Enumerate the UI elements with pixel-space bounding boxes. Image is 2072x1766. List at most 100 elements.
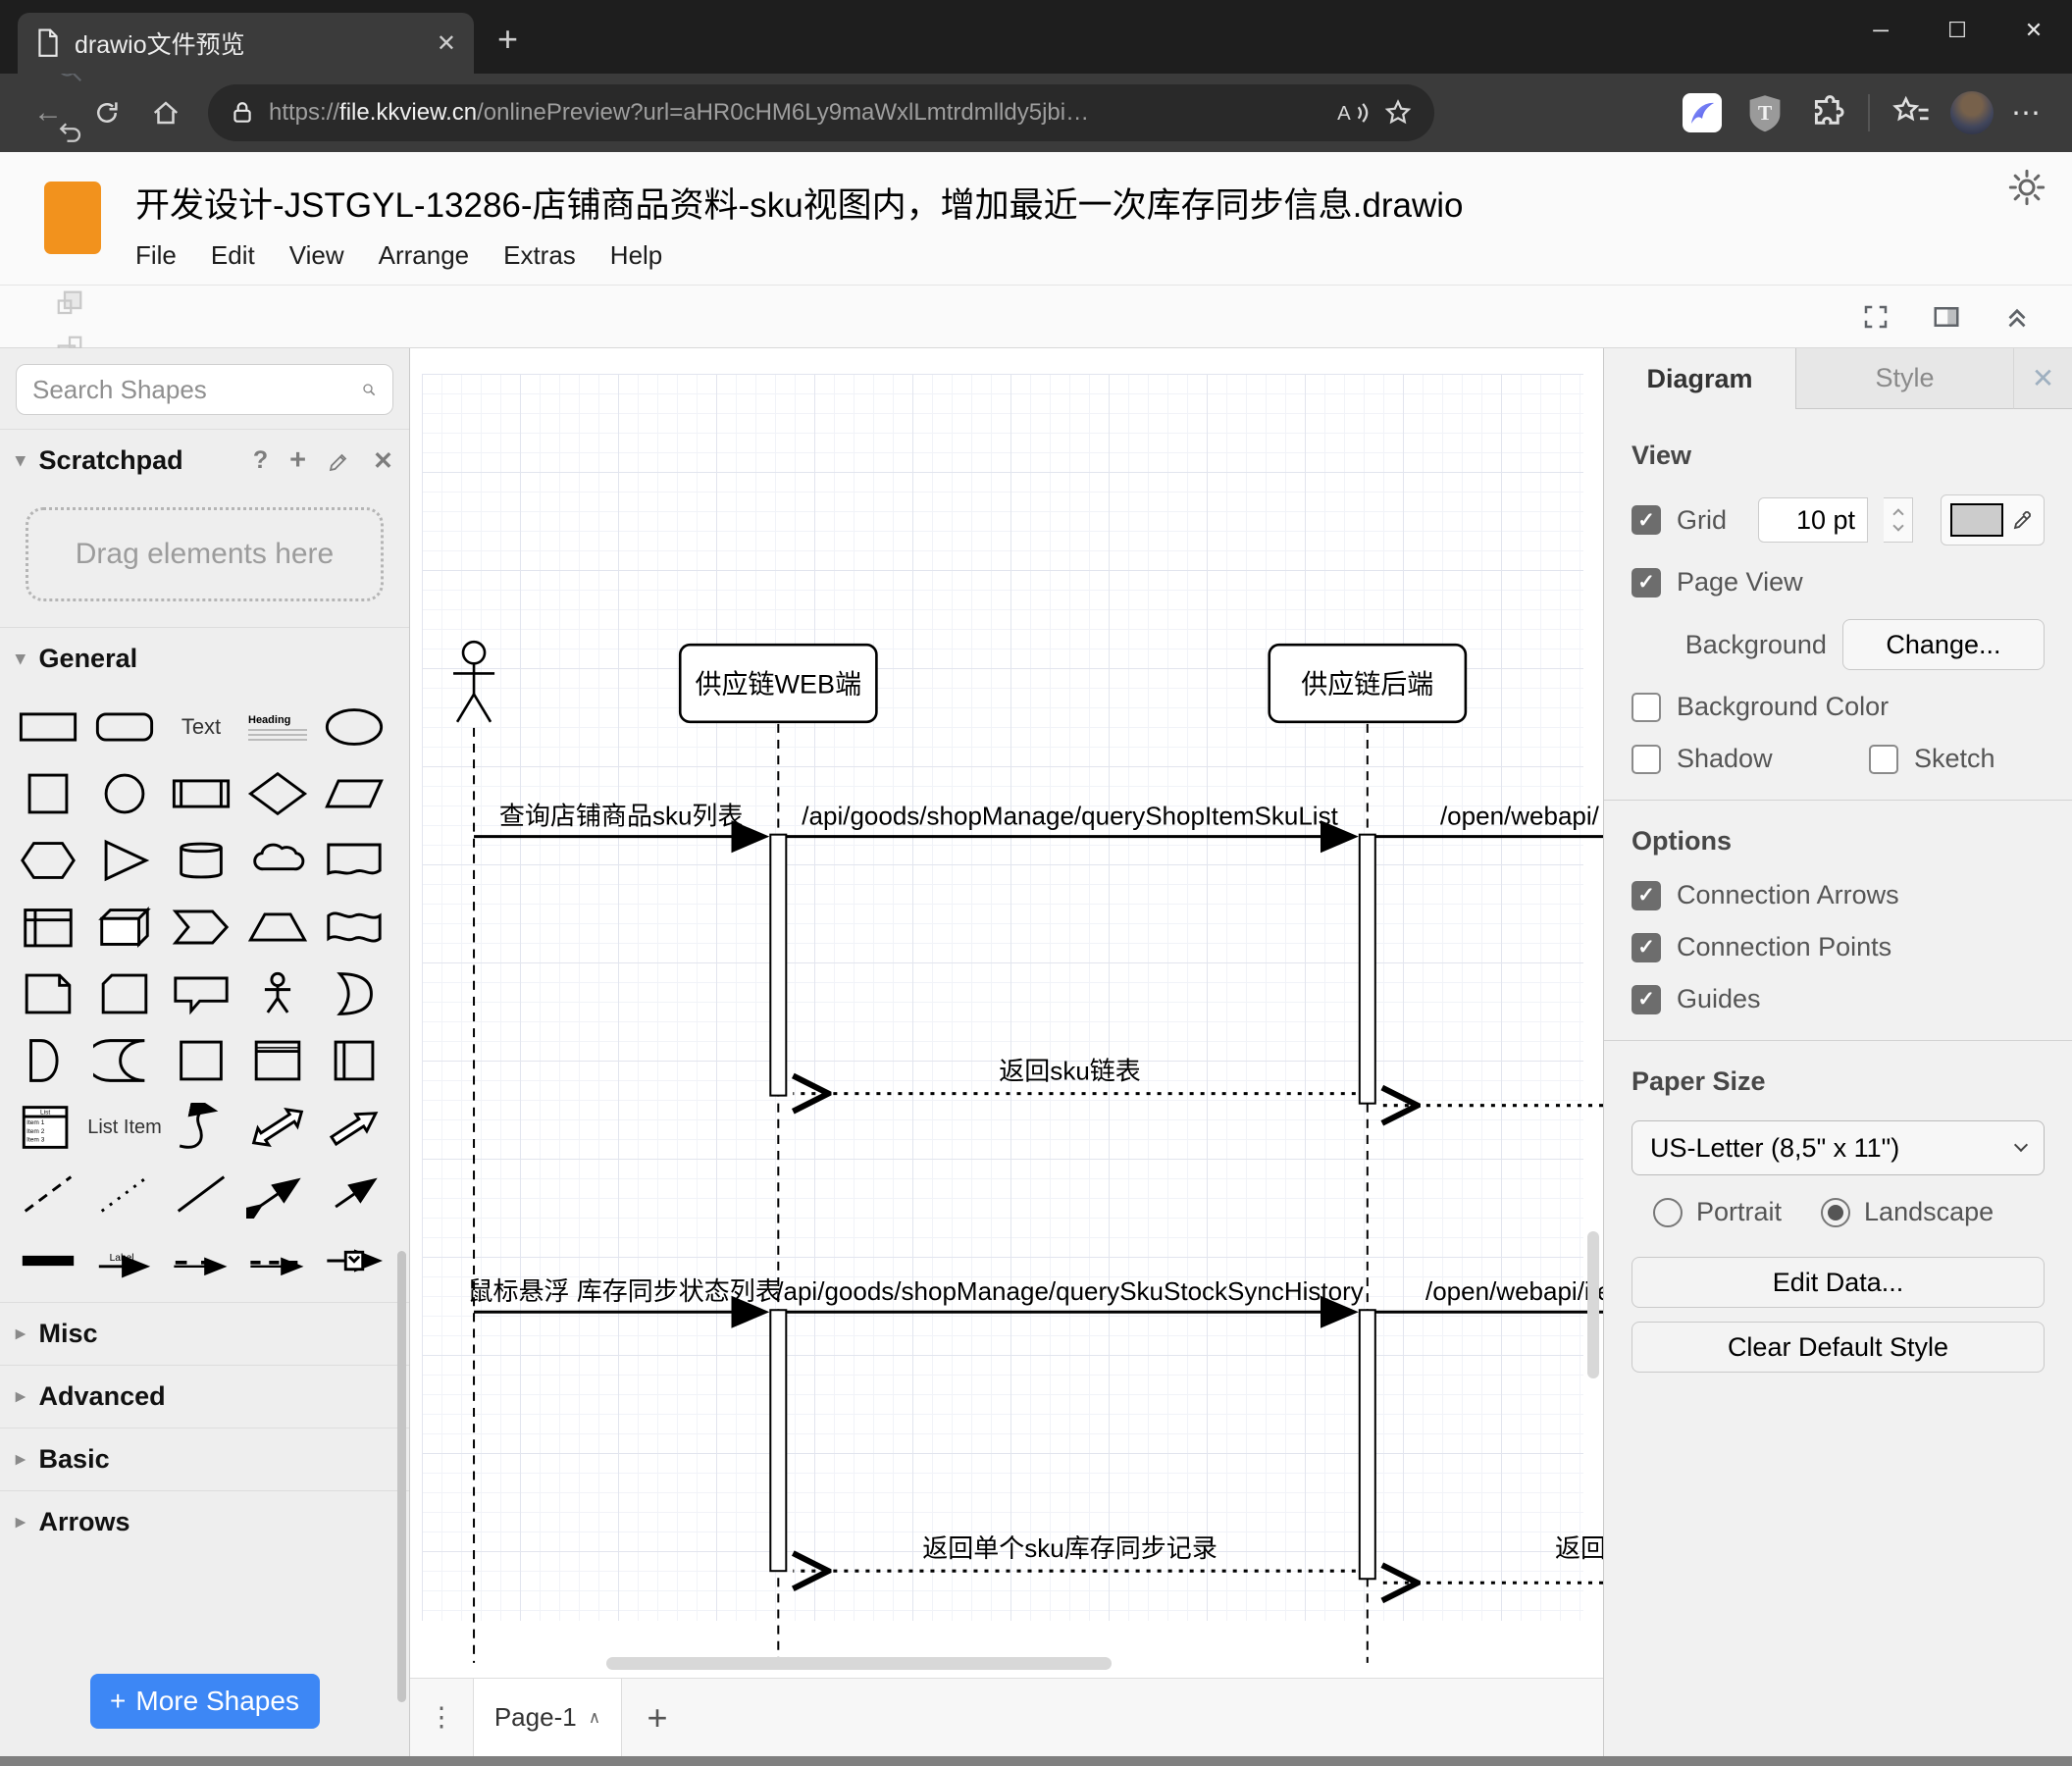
minimize-button[interactable]: ─ [1842, 0, 1919, 61]
scratchpad-edit-icon[interactable] [328, 449, 351, 473]
shield-t-extension-icon[interactable]: T [1742, 90, 1787, 135]
shape-note[interactable] [10, 961, 86, 1027]
panel-close-icon[interactable]: ✕ [2013, 348, 2072, 409]
maximize-button[interactable]: ☐ [1919, 0, 1995, 61]
menu-file[interactable]: File [135, 240, 177, 271]
shape-bidirectional-arrow[interactable] [239, 1094, 316, 1161]
menu-edit[interactable]: Edit [211, 240, 255, 271]
lifeline-web[interactable]: 供应链WEB端 [678, 643, 878, 724]
shape-arrow-3[interactable] [239, 1227, 316, 1294]
scratchpad-header[interactable]: ▾ Scratchpad ? + ✕ [0, 429, 409, 492]
to-front-button[interactable] [24, 281, 115, 326]
message-labels[interactable]: 查询店铺商品sku列表 /api/goods/shopManage/queryS… [468, 802, 1603, 1564]
drawing-canvas[interactable]: 供应链WEB端 供应链后端 查询店铺商品sku列表 /api/goods/sho… [410, 348, 1603, 1678]
tab-close-icon[interactable]: ✕ [437, 29, 456, 58]
new-tab-button[interactable]: + [497, 19, 518, 60]
clear-default-style-button[interactable]: Clear Default Style [1632, 1322, 2045, 1373]
undo-button[interactable] [24, 110, 115, 155]
shape-rounded-rectangle[interactable] [86, 694, 163, 760]
paper-size-select[interactable]: US-Letter (8,5" x 11") [1632, 1120, 2045, 1175]
connection-arrows-checkbox[interactable]: ✓ [1632, 880, 1661, 910]
fullscreen-button[interactable] [1854, 294, 1897, 339]
extensions-puzzle-icon[interactable] [1805, 90, 1850, 135]
shape-directional-connector[interactable] [316, 1161, 392, 1227]
more-shapes-button[interactable]: + More Shapes [89, 1674, 320, 1729]
actor-user[interactable] [453, 640, 495, 723]
collapse-toolbar-button[interactable] [1995, 294, 2039, 339]
browser-menu-icon[interactable]: ⋯ [2011, 96, 2043, 130]
scratchpad-help-icon[interactable]: ? [253, 446, 268, 475]
shape-or[interactable] [316, 961, 392, 1027]
activation-bars[interactable] [769, 833, 1376, 1581]
shape-arrow-symbol[interactable] [316, 1227, 392, 1294]
connection-points-checkbox[interactable]: ✓ [1632, 932, 1661, 962]
canvas-hscrollbar-thumb[interactable] [606, 1657, 1112, 1670]
scratchpad-close-icon[interactable]: ✕ [373, 446, 393, 476]
section-misc[interactable]: ▸ Misc [0, 1302, 409, 1365]
shape-trapezoid[interactable] [239, 894, 316, 961]
shape-tape[interactable] [316, 894, 392, 961]
shape-list[interactable]: List Item 1 Item 2 Item 3 [10, 1094, 86, 1161]
menu-arrange[interactable]: Arrange [379, 240, 470, 271]
favorite-star-icon[interactable] [1383, 98, 1413, 128]
menu-view[interactable]: View [289, 240, 344, 271]
shape-circle[interactable] [86, 760, 163, 827]
shape-container[interactable] [163, 1027, 239, 1094]
shape-vertical-container[interactable] [316, 1027, 392, 1094]
home-icon[interactable] [139, 86, 192, 139]
shadow-checkbox[interactable] [1632, 744, 1661, 774]
grid-size-stepper[interactable] [1884, 497, 1913, 543]
read-aloud-icon[interactable]: A [1336, 98, 1370, 128]
shape-container-title[interactable] [239, 1027, 316, 1094]
scratchpad-drop-zone[interactable]: Drag elements here [26, 507, 384, 601]
shape-triangle[interactable] [86, 827, 163, 894]
background-color-checkbox[interactable] [1632, 692, 1661, 722]
canvas-vscrollbar-thumb[interactable] [1587, 1231, 1599, 1378]
menu-help[interactable]: Help [610, 240, 662, 271]
shape-parallelogram[interactable] [316, 760, 392, 827]
shape-cylinder[interactable] [163, 827, 239, 894]
format-panel-toggle-button[interactable] [1925, 294, 1968, 339]
shape-bidirectional-connector[interactable] [239, 1161, 316, 1227]
change-background-button[interactable]: Change... [1841, 619, 2045, 670]
shape-data-storage[interactable] [86, 1027, 163, 1094]
shape-arrow-2[interactable] [163, 1227, 239, 1294]
shape-dashed-line[interactable] [10, 1161, 86, 1227]
shape-diamond[interactable] [239, 760, 316, 827]
address-bar[interactable]: https://file.kkview.cn/onlinePreview?url… [208, 84, 1434, 141]
shape-internal-storage[interactable] [10, 894, 86, 961]
add-page-button[interactable]: + [622, 1679, 693, 1756]
tab-style[interactable]: Style [1796, 348, 2013, 409]
bird-extension-icon[interactable] [1680, 90, 1725, 135]
pages-menu-icon[interactable]: ⋮ [410, 1679, 473, 1756]
shape-and[interactable] [10, 1027, 86, 1094]
shape-card[interactable] [86, 961, 163, 1027]
guides-checkbox[interactable]: ✓ [1632, 984, 1661, 1014]
browser-tab[interactable]: drawio文件预览 ✕ [18, 13, 474, 74]
shape-cloud[interactable] [239, 827, 316, 894]
profile-avatar[interactable] [1950, 91, 1994, 134]
shape-list-item[interactable]: List Item [86, 1094, 163, 1161]
sketch-checkbox[interactable] [1869, 744, 1898, 774]
section-basic[interactable]: ▸ Basic [0, 1428, 409, 1490]
edit-data-button[interactable]: Edit Data... [1632, 1257, 2045, 1308]
section-general[interactable]: ▾ General [0, 627, 409, 690]
shape-square[interactable] [10, 760, 86, 827]
search-icon[interactable] [361, 376, 377, 403]
scratchpad-add-icon[interactable]: + [289, 444, 306, 477]
section-advanced[interactable]: ▸ Advanced [0, 1365, 409, 1428]
page-view-checkbox[interactable]: ✓ [1632, 567, 1661, 597]
menu-extras[interactable]: Extras [503, 240, 576, 271]
shape-curve[interactable] [163, 1094, 239, 1161]
grid-color-button[interactable] [1941, 494, 2045, 545]
return-arrows[interactable] [793, 1094, 1603, 1584]
shape-cube[interactable] [86, 894, 163, 961]
shape-directional-arrow[interactable] [316, 1094, 392, 1161]
portrait-option[interactable]: Portrait [1653, 1197, 1782, 1227]
shape-ellipse[interactable] [316, 694, 392, 760]
landscape-option[interactable]: Landscape [1821, 1197, 1994, 1227]
shape-callout[interactable] [163, 961, 239, 1027]
theme-sun-icon[interactable] [2007, 168, 2046, 212]
shape-arrow-label[interactable]: Label [86, 1227, 163, 1294]
shape-step[interactable] [163, 894, 239, 961]
